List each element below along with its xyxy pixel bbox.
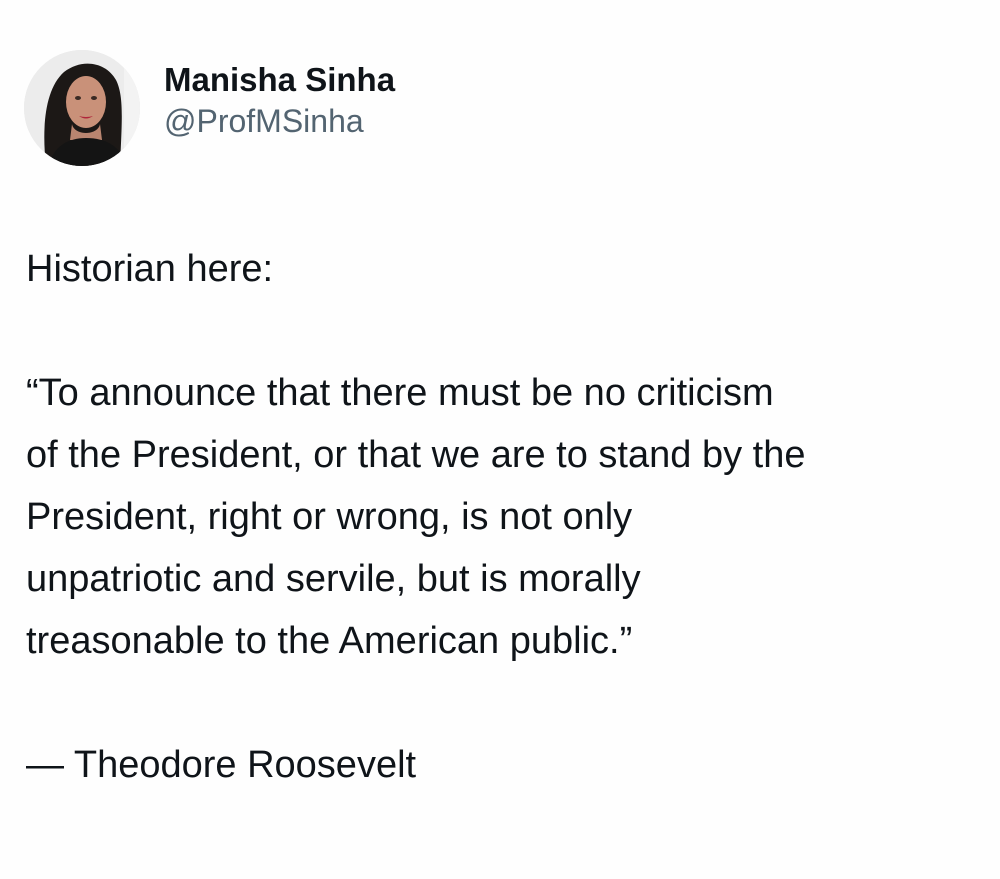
tweet-intro: Historian here: — [26, 248, 274, 290]
tweet-header: Manisha Sinha @ProfMSinha — [24, 48, 395, 168]
quote-line: treasonable to the American public.” — [26, 620, 633, 662]
tweet-text: Historian here: “To announce that there … — [26, 238, 976, 796]
author-display-name[interactable]: Manisha Sinha — [164, 59, 395, 101]
quote-line: unpatriotic and servile, but is morally — [26, 558, 641, 600]
quote-attribution: — Theodore Roosevelt — [26, 744, 417, 786]
avatar[interactable] — [24, 50, 140, 166]
tweet-card: Manisha Sinha @ProfMSinha Historian here… — [0, 0, 1000, 879]
quote-line: “To announce that there must be no criti… — [26, 372, 774, 414]
quote-line: of the President, or that we are to stan… — [26, 434, 806, 476]
quote-line: President, right or wrong, is not only — [26, 496, 633, 538]
author-identity: Manisha Sinha @ProfMSinha — [164, 59, 395, 141]
tweet-quote: “To announce that there must be no criti… — [26, 362, 976, 672]
avatar-portrait-icon — [24, 50, 140, 166]
author-handle[interactable]: @ProfMSinha — [164, 101, 395, 141]
